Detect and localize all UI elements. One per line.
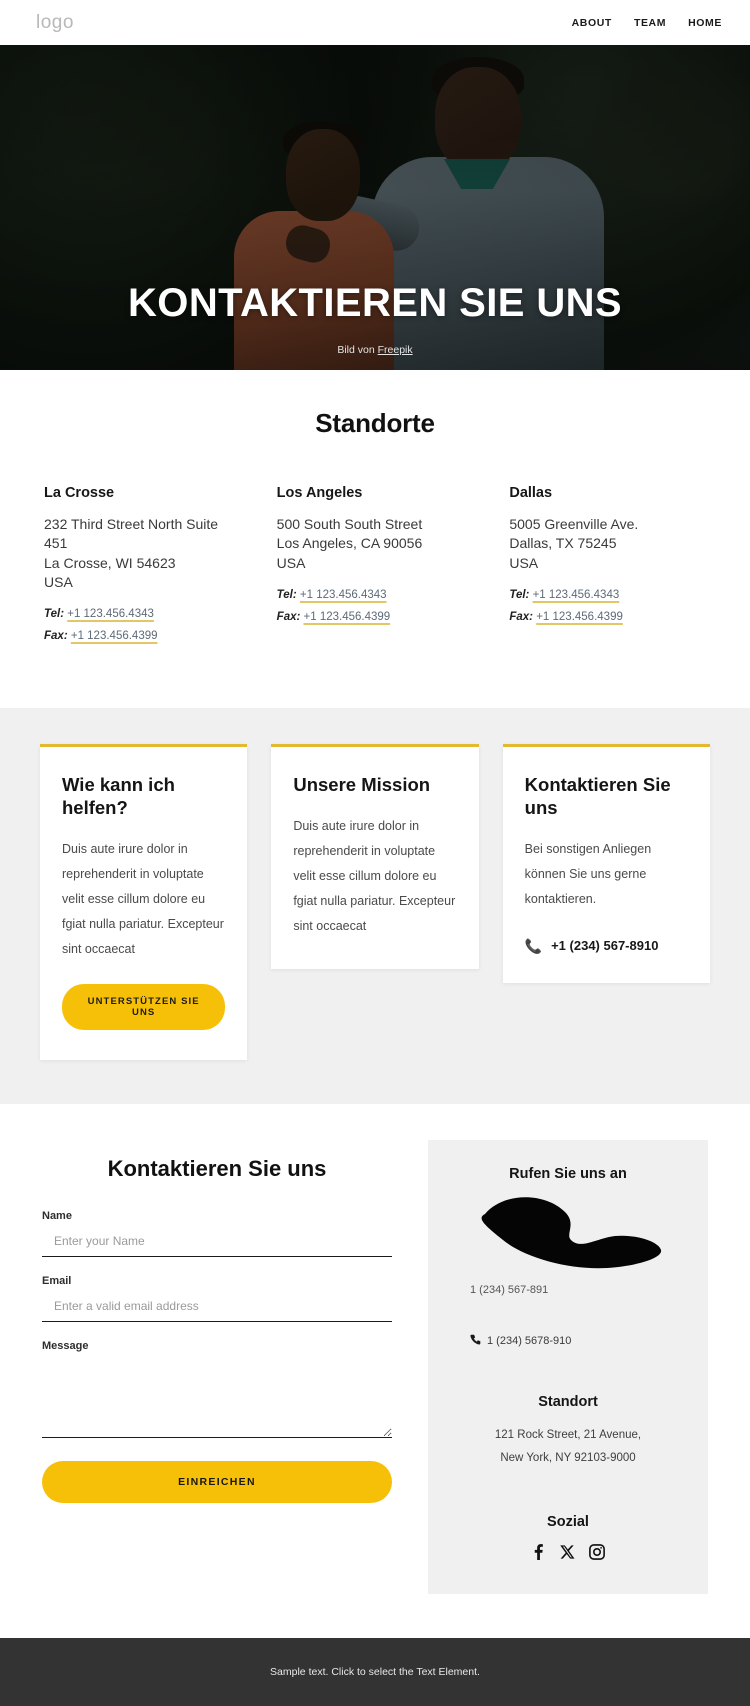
message-field-group: Message — [42, 1340, 392, 1443]
email-field-group: Email — [42, 1275, 392, 1323]
location-address: 500 South South Street Los Angeles, CA 9… — [276, 516, 423, 571]
locations-title: Standorte — [315, 408, 435, 438]
aside-address: 121 Rock Street, 21 Avenue, New York, NY… — [494, 1429, 642, 1465]
hero-content: KONTAKTIEREN SIE UNS Bild von Freepik — [0, 281, 750, 370]
support-us-button[interactable]: UNTERSTÜTZEN SIE UNS — [62, 984, 226, 1031]
info-cards-section: Wie kann ich helfen? Duis aute irure dol… — [0, 707, 750, 1105]
locations-grid: La Crosse 232 Third Street North Suite 4… — [0, 439, 750, 648]
site-header: logo ABOUT TEAM HOME — [0, 0, 750, 45]
location-contact-lines: Tel: +1 123.456.4343 Fax: +1 123.456.439… — [44, 604, 241, 648]
social-links-row — [452, 1544, 684, 1561]
nav-link-about[interactable]: ABOUT — [572, 17, 612, 29]
info-cards-grid: Wie kann ich helfen? Duis aute irure dol… — [0, 743, 750, 1061]
location-name: Dallas — [509, 485, 553, 501]
fax-value[interactable]: +1 123.456.4399 — [71, 630, 158, 642]
card-title: Kontaktieren Sie uns — [524, 773, 671, 819]
card-title: Unsere Mission — [293, 773, 431, 795]
contact-section: Kontaktieren Sie uns Name Email Message … — [0, 1104, 750, 1639]
email-input[interactable] — [42, 1295, 392, 1323]
x-twitter-icon[interactable] — [560, 1544, 575, 1560]
tel-label: Tel: — [509, 588, 530, 601]
location-fax-line: Fax: +1 123.456.4399 — [44, 626, 241, 648]
hero-banner: KONTAKTIEREN SIE UNS Bild von Freepik — [0, 45, 750, 370]
phone-icon — [470, 1334, 481, 1348]
contact-form-title: Kontaktieren Sie uns — [107, 1156, 327, 1182]
tel-value[interactable]: +1 123.456.4343 — [533, 589, 620, 601]
nav-link-home[interactable]: HOME — [688, 17, 722, 29]
location-tel-line: Tel: +1 123.456.4343 — [44, 604, 241, 626]
phone-glyph-icon — [470, 1334, 481, 1345]
location-fax-line: Fax: +1 123.456.4399 — [509, 607, 706, 629]
card-body: Bei sonstigen Anliegen können Sie uns ge… — [524, 842, 652, 907]
tel-label: Tel: — [44, 608, 65, 621]
phone-handset-icon — [481, 1197, 662, 1269]
fax-label: Fax: — [509, 610, 533, 623]
location-address: 5005 Greenville Ave. Dallas, TX 75245 US… — [509, 516, 639, 571]
fax-label: Fax: — [276, 610, 301, 623]
main-navigation: ABOUT TEAM HOME — [572, 17, 722, 29]
card-title: Wie kann ich helfen? — [62, 773, 175, 819]
phone-handset-illustration — [452, 1188, 684, 1270]
location-name: La Crosse — [44, 485, 115, 501]
tel-value[interactable]: +1 123.456.4343 — [300, 589, 387, 601]
freepik-link[interactable]: Freepik — [378, 344, 413, 356]
name-input[interactable] — [42, 1230, 392, 1258]
site-footer: Sample text. Click to select the Text El… — [0, 1638, 750, 1706]
message-label: Message — [42, 1340, 89, 1353]
location-contact-lines: Tel: +1 123.456.4343 Fax: +1 123.456.439… — [509, 585, 706, 629]
email-label: Email — [42, 1275, 72, 1288]
fax-label: Fax: — [44, 630, 68, 643]
hero-image-credit: Bild von Freepik — [0, 344, 750, 356]
location-card-la-crosse: La Crosse 232 Third Street North Suite 4… — [44, 485, 241, 648]
contact-aside-panel: Rufen Sie uns an 1 (234) 567-891 1 (234)… — [428, 1140, 708, 1595]
aside-secondary-phone-link[interactable]: 1 (234) 5678-910 — [452, 1334, 684, 1348]
tel-label: Tel: — [276, 588, 297, 601]
name-label: Name — [42, 1210, 72, 1223]
facebook-icon[interactable] — [531, 1544, 546, 1561]
social-block-title: Sozial — [547, 1514, 589, 1531]
footer-text[interactable]: Sample text. Click to select the Text El… — [270, 1666, 480, 1678]
location-fax-line: Fax: +1 123.456.4399 — [277, 607, 474, 629]
hero-title: KONTAKTIEREN SIE UNS — [128, 281, 622, 326]
site-logo[interactable]: logo — [36, 12, 74, 34]
card-body: Duis aute irure dolor in reprehenderit i… — [293, 819, 456, 934]
contact-form: Kontaktieren Sie uns Name Email Message … — [42, 1140, 392, 1504]
card-body: Duis aute irure dolor in reprehenderit i… — [62, 842, 224, 957]
card-phone-number: +1 (234) 567-8910 — [551, 938, 659, 954]
instagram-icon[interactable] — [589, 1544, 605, 1561]
fax-value[interactable]: +1 123.456.4399 — [536, 611, 623, 623]
location-address: 232 Third Street North Suite 451 La Cros… — [44, 516, 219, 590]
info-card-mission: Unsere Mission Duis aute irure dolor in … — [271, 743, 479, 970]
submit-button[interactable]: EINREICHEN — [42, 1461, 392, 1504]
fax-value[interactable]: +1 123.456.4399 — [304, 611, 391, 623]
aside-secondary-phone-number: 1 (234) 5678-910 — [487, 1335, 572, 1348]
info-card-help: Wie kann ich helfen? Duis aute irure dol… — [40, 743, 248, 1061]
aside-primary-phone: 1 (234) 567-891 — [470, 1284, 549, 1297]
location-card-dallas: Dallas 5005 Greenville Ave. Dallas, TX 7… — [509, 485, 706, 648]
location-card-los-angeles: Los Angeles 500 South South Street Los A… — [277, 485, 474, 648]
location-tel-line: Tel: +1 123.456.4343 — [509, 585, 706, 607]
locations-section: Standorte La Crosse 232 Third Street Nor… — [0, 370, 750, 708]
info-card-contact: Kontaktieren Sie uns Bei sonstigen Anlie… — [502, 743, 710, 984]
tel-value[interactable]: +1 123.456.4343 — [67, 608, 154, 620]
location-contact-lines: Tel: +1 123.456.4343 Fax: +1 123.456.439… — [277, 585, 474, 629]
hero-credit-prefix: Bild von — [337, 344, 378, 356]
location-block-title: Standort — [538, 1394, 598, 1411]
card-phone-link[interactable]: 📞 +1 (234) 567-8910 — [525, 938, 688, 953]
location-name: Los Angeles — [276, 485, 363, 501]
location-tel-line: Tel: +1 123.456.4343 — [277, 585, 474, 607]
nav-link-team[interactable]: TEAM — [634, 17, 666, 29]
name-field-group: Name — [42, 1210, 392, 1258]
call-us-title: Rufen Sie uns an — [509, 1166, 627, 1183]
message-textarea[interactable] — [42, 1360, 392, 1439]
phone-icon: 📞 — [524, 937, 543, 954]
